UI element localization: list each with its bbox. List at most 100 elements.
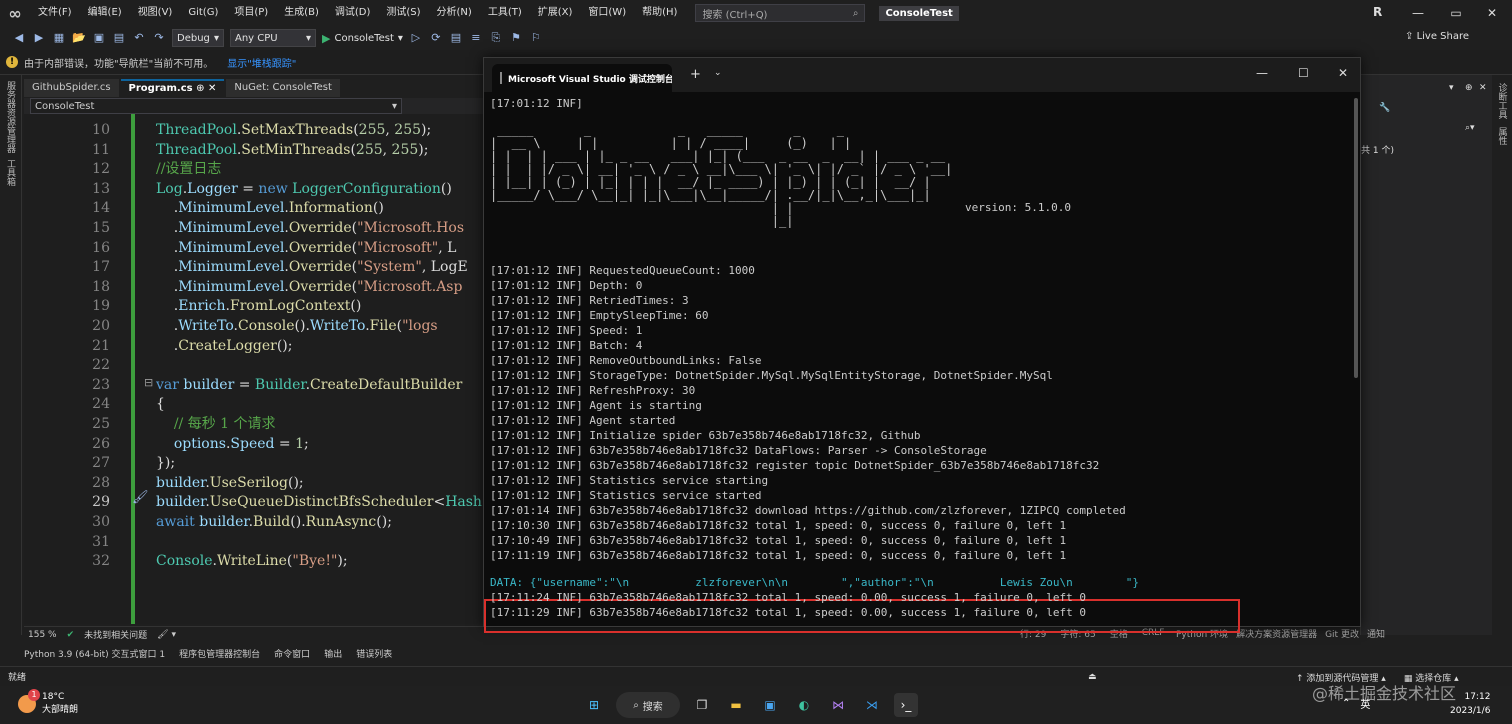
- tab-output[interactable]: 输出: [324, 647, 342, 660]
- task-view-icon[interactable]: ❐: [690, 693, 714, 717]
- close-icon[interactable]: ✕: [1338, 66, 1348, 80]
- tab-error-list[interactable]: 错误列表: [356, 647, 392, 660]
- diagnostics-tab[interactable]: 诊断工具: [1496, 83, 1509, 119]
- right-tool-panel: 🔧 ⌕▾ 共 1 个) ▾ ⊕ ✕: [1360, 75, 1492, 635]
- menu-item[interactable]: 测试(S): [378, 0, 428, 26]
- visual-studio-icon[interactable]: ⋈: [826, 693, 850, 717]
- pin-icon[interactable]: ⊕: [196, 83, 204, 94]
- close-icon[interactable]: ✕: [1479, 83, 1487, 93]
- clock[interactable]: 17:12 2023/1/6: [1450, 690, 1490, 718]
- bookmark-next-icon[interactable]: ⚐: [529, 31, 543, 45]
- code-text: var builder = Builder.CreateDefaultBuild…: [156, 376, 463, 393]
- terminal-output[interactable]: [17:01:12 INF] _____ _ _ _____ _ _ | __ …: [484, 96, 1350, 633]
- info-message: 由于内部错误，功能"导航栏"当前不可用。: [24, 58, 214, 70]
- menu-item[interactable]: 工具(T): [480, 0, 530, 26]
- tab-program[interactable]: Program.cs ⊕ ✕: [120, 79, 225, 97]
- zoom-level[interactable]: 155 %: [28, 630, 57, 640]
- platform-select[interactable]: Any CPU ▾: [230, 29, 316, 47]
- minimize-icon[interactable]: ▭: [1438, 0, 1474, 26]
- stack-trace-link[interactable]: 显示"堆栈跟踪": [227, 55, 296, 70]
- redo-icon[interactable]: ↷: [152, 31, 166, 45]
- run-button[interactable]: ▶ ConsoleTest ▾: [322, 32, 403, 45]
- back-icon[interactable]: ◀: [12, 31, 26, 45]
- line-number: 21: [92, 337, 110, 354]
- close-icon[interactable]: ✕: [208, 83, 216, 94]
- undo-icon[interactable]: ↶: [132, 31, 146, 45]
- code-line: 25 // 每秒 1 个请求: [24, 414, 484, 434]
- version-label: version: 5.1.0.0: [965, 201, 1071, 214]
- chevron-down-icon[interactable]: ⌄: [714, 68, 722, 78]
- forward-icon[interactable]: ▶: [32, 31, 46, 45]
- maximize-icon[interactable]: ☐: [1298, 66, 1309, 80]
- file-explorer-icon[interactable]: ▬: [724, 693, 748, 717]
- menu-item[interactable]: 文件(F): [30, 0, 80, 26]
- menu-item[interactable]: 窗口(W): [580, 0, 634, 26]
- server-explorer-tab[interactable]: 服务器资源管理器: [4, 81, 17, 153]
- new-project-icon[interactable]: ▦: [52, 31, 66, 45]
- menu-item[interactable]: 帮助(H): [634, 0, 685, 26]
- collapse-icon[interactable]: ⊟: [144, 376, 153, 389]
- close-icon[interactable]: ✕: [656, 73, 664, 84]
- quick-actions-icon[interactable]: 🖌: [132, 490, 149, 505]
- pin-icon[interactable]: ⊕: [1465, 83, 1473, 93]
- minimize-icon[interactable]: —: [1256, 66, 1268, 80]
- panel-text: 共 1 个): [1361, 146, 1394, 156]
- tab-githubspider[interactable]: GithubSpider.cs: [24, 79, 119, 97]
- new-tab-icon[interactable]: +: [690, 67, 701, 82]
- scrollbar[interactable]: [1354, 98, 1358, 378]
- store-icon[interactable]: ▣: [758, 693, 782, 717]
- browse-icon[interactable]: ⟳: [429, 31, 443, 45]
- comment-icon[interactable]: ⎘: [489, 31, 503, 45]
- tab-solution-explorer[interactable]: 解决方案资源管理器: [1236, 627, 1317, 640]
- pin-icon[interactable]: —: [1400, 0, 1436, 26]
- chevron-down-icon[interactable]: ▾: [1449, 83, 1454, 93]
- console-icon: [500, 72, 502, 84]
- edge-icon[interactable]: ◐: [792, 693, 816, 717]
- close-icon[interactable]: ✕: [1474, 0, 1510, 26]
- menu-item[interactable]: 分析(N): [429, 0, 480, 26]
- weather-widget[interactable]: 1 18°C 大部晴朗: [18, 688, 78, 715]
- tab-package-manager[interactable]: 程序包管理器控制台: [179, 647, 260, 660]
- taskbar-apps: ⊞ ⌕ 搜索 ❐ ▬ ▣ ◐ ⋈ ⋊ ›_: [582, 692, 918, 718]
- config-select[interactable]: Debug ▾: [172, 29, 224, 47]
- toolbox-icon[interactable]: ▤: [449, 31, 463, 45]
- format-icon[interactable]: ≡: [469, 31, 483, 45]
- properties-tab[interactable]: 属性: [1496, 127, 1509, 145]
- menu-item[interactable]: 调试(D): [327, 0, 379, 26]
- profile-avatar[interactable]: R: [1373, 5, 1389, 21]
- save-icon[interactable]: ▣: [92, 31, 106, 45]
- log-line: [17:01:12 INF] RequestedQueueCount: 1000: [490, 264, 755, 277]
- tab-git-changes[interactable]: Git 更改: [1325, 627, 1359, 640]
- windows-start-icon[interactable]: ⊞: [582, 693, 606, 717]
- toolbox-tab[interactable]: 工具箱: [4, 159, 17, 186]
- tab-command-window[interactable]: 命令窗口: [274, 647, 310, 660]
- open-icon[interactable]: 📂: [72, 31, 86, 45]
- liveshare-button[interactable]: ⇪ Live Share: [1405, 31, 1469, 42]
- project-select[interactable]: ConsoleTest ▾: [30, 98, 402, 114]
- menu-item[interactable]: 编辑(E): [80, 0, 130, 26]
- wrench-icon[interactable]: 🔧: [1379, 103, 1390, 113]
- start-without-debug-icon[interactable]: ▷: [409, 31, 423, 45]
- log-line: [17:01:12 INF] RetriedTimes: 3: [490, 294, 689, 307]
- tab-nuget[interactable]: NuGet: ConsoleTest: [226, 79, 340, 97]
- notification-icon[interactable]: ⏏: [1088, 672, 1097, 682]
- brush-icon[interactable]: 🖌 ▾: [157, 630, 176, 640]
- data-line: DATA: {"username":"\n zlzforever\n\n ","…: [490, 576, 1140, 589]
- save-all-icon[interactable]: ▤: [112, 31, 126, 45]
- vscode-icon[interactable]: ⋊: [860, 693, 884, 717]
- menu-item[interactable]: 项目(P): [226, 0, 276, 26]
- terminal-tab[interactable]: Microsoft Visual Studio 调试控制台 ✕: [492, 64, 672, 92]
- terminal-icon[interactable]: ›_: [894, 693, 918, 717]
- issues-status[interactable]: 未找到相关问题: [84, 628, 147, 641]
- tab-notifications[interactable]: 通知: [1367, 627, 1385, 640]
- menu-item[interactable]: 扩展(X): [530, 0, 581, 26]
- search-icon[interactable]: ⌕▾: [1465, 123, 1475, 133]
- menu-item[interactable]: 生成(B): [276, 0, 327, 26]
- search-input[interactable]: 搜索 (Ctrl+Q) ⌕: [695, 4, 866, 22]
- menu-item[interactable]: 视图(V): [130, 0, 181, 26]
- code-editor[interactable]: 10 ThreadPool.SetMaxThreads(255, 255); 11 T…: [24, 114, 484, 624]
- taskbar-search[interactable]: ⌕ 搜索: [616, 692, 680, 718]
- bookmark-icon[interactable]: ⚑: [509, 31, 523, 45]
- tab-python-interactive[interactable]: Python 3.9 (64-bit) 交互式窗口 1: [24, 647, 165, 660]
- menu-item[interactable]: Git(G): [180, 0, 226, 26]
